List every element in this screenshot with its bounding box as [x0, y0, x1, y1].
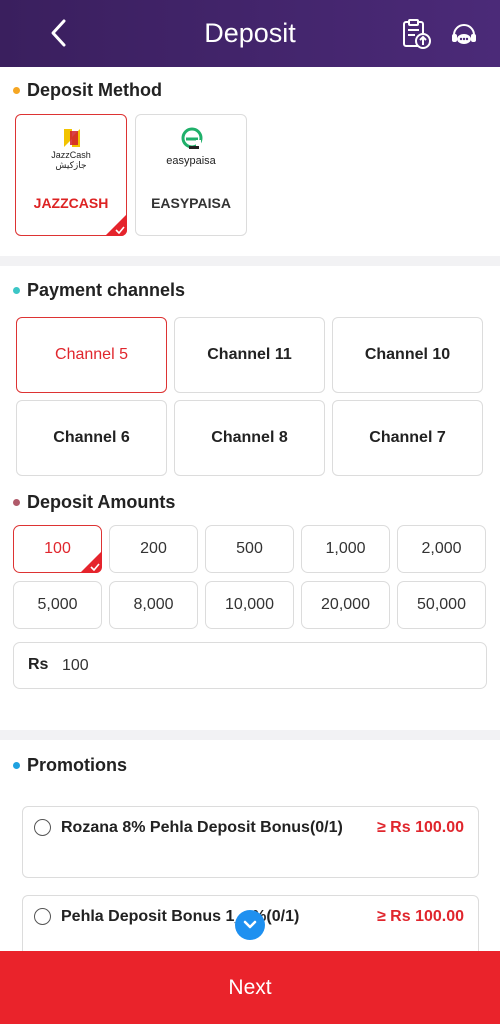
amount-option[interactable]: 200: [109, 525, 198, 573]
section-title-deposit-amounts: Deposit Amounts: [13, 492, 175, 513]
next-button[interactable]: Next: [0, 951, 500, 1024]
channel-option[interactable]: Channel 5: [16, 317, 167, 393]
scroll-down-button[interactable]: [235, 910, 265, 940]
jazzcash-logo-urdu: جازکیش: [55, 160, 87, 170]
section-title-deposit-method: Deposit Method: [13, 80, 162, 101]
method-label: EASYPAISA: [151, 195, 231, 211]
channel-option[interactable]: Channel 8: [174, 400, 325, 476]
amount-label: 100: [44, 540, 71, 557]
amount-option[interactable]: 100: [13, 525, 102, 573]
amount-option[interactable]: 8,000: [109, 581, 198, 629]
section-dot: [13, 499, 20, 506]
promotion-min-amount: ≥ Rs 100.00: [376, 819, 464, 836]
amount-input[interactable]: [62, 651, 462, 681]
section-dot: [13, 287, 20, 294]
selected-check-badge: [80, 551, 102, 573]
amount-option[interactable]: 500: [205, 525, 294, 573]
promotion-radio[interactable]: [34, 819, 51, 836]
support-chat-icon: [452, 24, 476, 44]
channel-option[interactable]: Channel 10: [332, 317, 483, 393]
promotion-name: Rozana 8% Pehla Deposit Bonus(0/1): [61, 819, 343, 836]
jazzcash-logo: [64, 129, 80, 147]
amount-option[interactable]: 50,000: [397, 581, 486, 629]
easypaisa-logo-text: easypaisa: [166, 155, 216, 167]
promotion-item[interactable]: Rozana 8% Pehla Deposit Bonus(0/1) ≥ Rs …: [22, 806, 479, 878]
app-header: Deposit: [0, 0, 500, 67]
section-title-payment-channels: Payment channels: [13, 280, 185, 301]
check-icon: [115, 226, 125, 234]
amount-option[interactable]: 20,000: [301, 581, 390, 629]
method-label: JAZZCASH: [33, 195, 109, 211]
method-easypaisa[interactable]: easypaisa EASYPAISA: [135, 114, 247, 236]
promotion-min-amount: ≥ Rs 100.00: [376, 908, 464, 925]
promotion-radio[interactable]: [34, 908, 51, 925]
channel-option[interactable]: Channel 6: [16, 400, 167, 476]
section-title-promotions: Promotions: [13, 755, 127, 776]
amount-option[interactable]: 5,000: [13, 581, 102, 629]
clipboard-upload-icon: [403, 19, 431, 49]
section-dot: [13, 87, 20, 94]
support-button[interactable]: [446, 16, 482, 52]
selected-check-badge: [105, 214, 127, 236]
amount-field[interactable]: Rs: [13, 642, 487, 689]
amount-option[interactable]: 2,000: [397, 525, 486, 573]
deposit-history-button[interactable]: [398, 16, 434, 52]
easypaisa-logo: [181, 127, 203, 149]
currency-label: Rs: [28, 656, 49, 673]
amount-option[interactable]: 10,000: [205, 581, 294, 629]
section-dot: [13, 762, 20, 769]
check-icon: [90, 563, 100, 571]
method-jazzcash[interactable]: JazzCash جازکیش JAZZCASH: [15, 114, 127, 236]
amount-option[interactable]: 1,000: [301, 525, 390, 573]
chevron-down-icon: [243, 920, 257, 929]
channel-option[interactable]: Channel 11: [174, 317, 325, 393]
channel-option[interactable]: Channel 7: [332, 400, 483, 476]
jazzcash-logo-text: JazzCash: [51, 150, 91, 160]
